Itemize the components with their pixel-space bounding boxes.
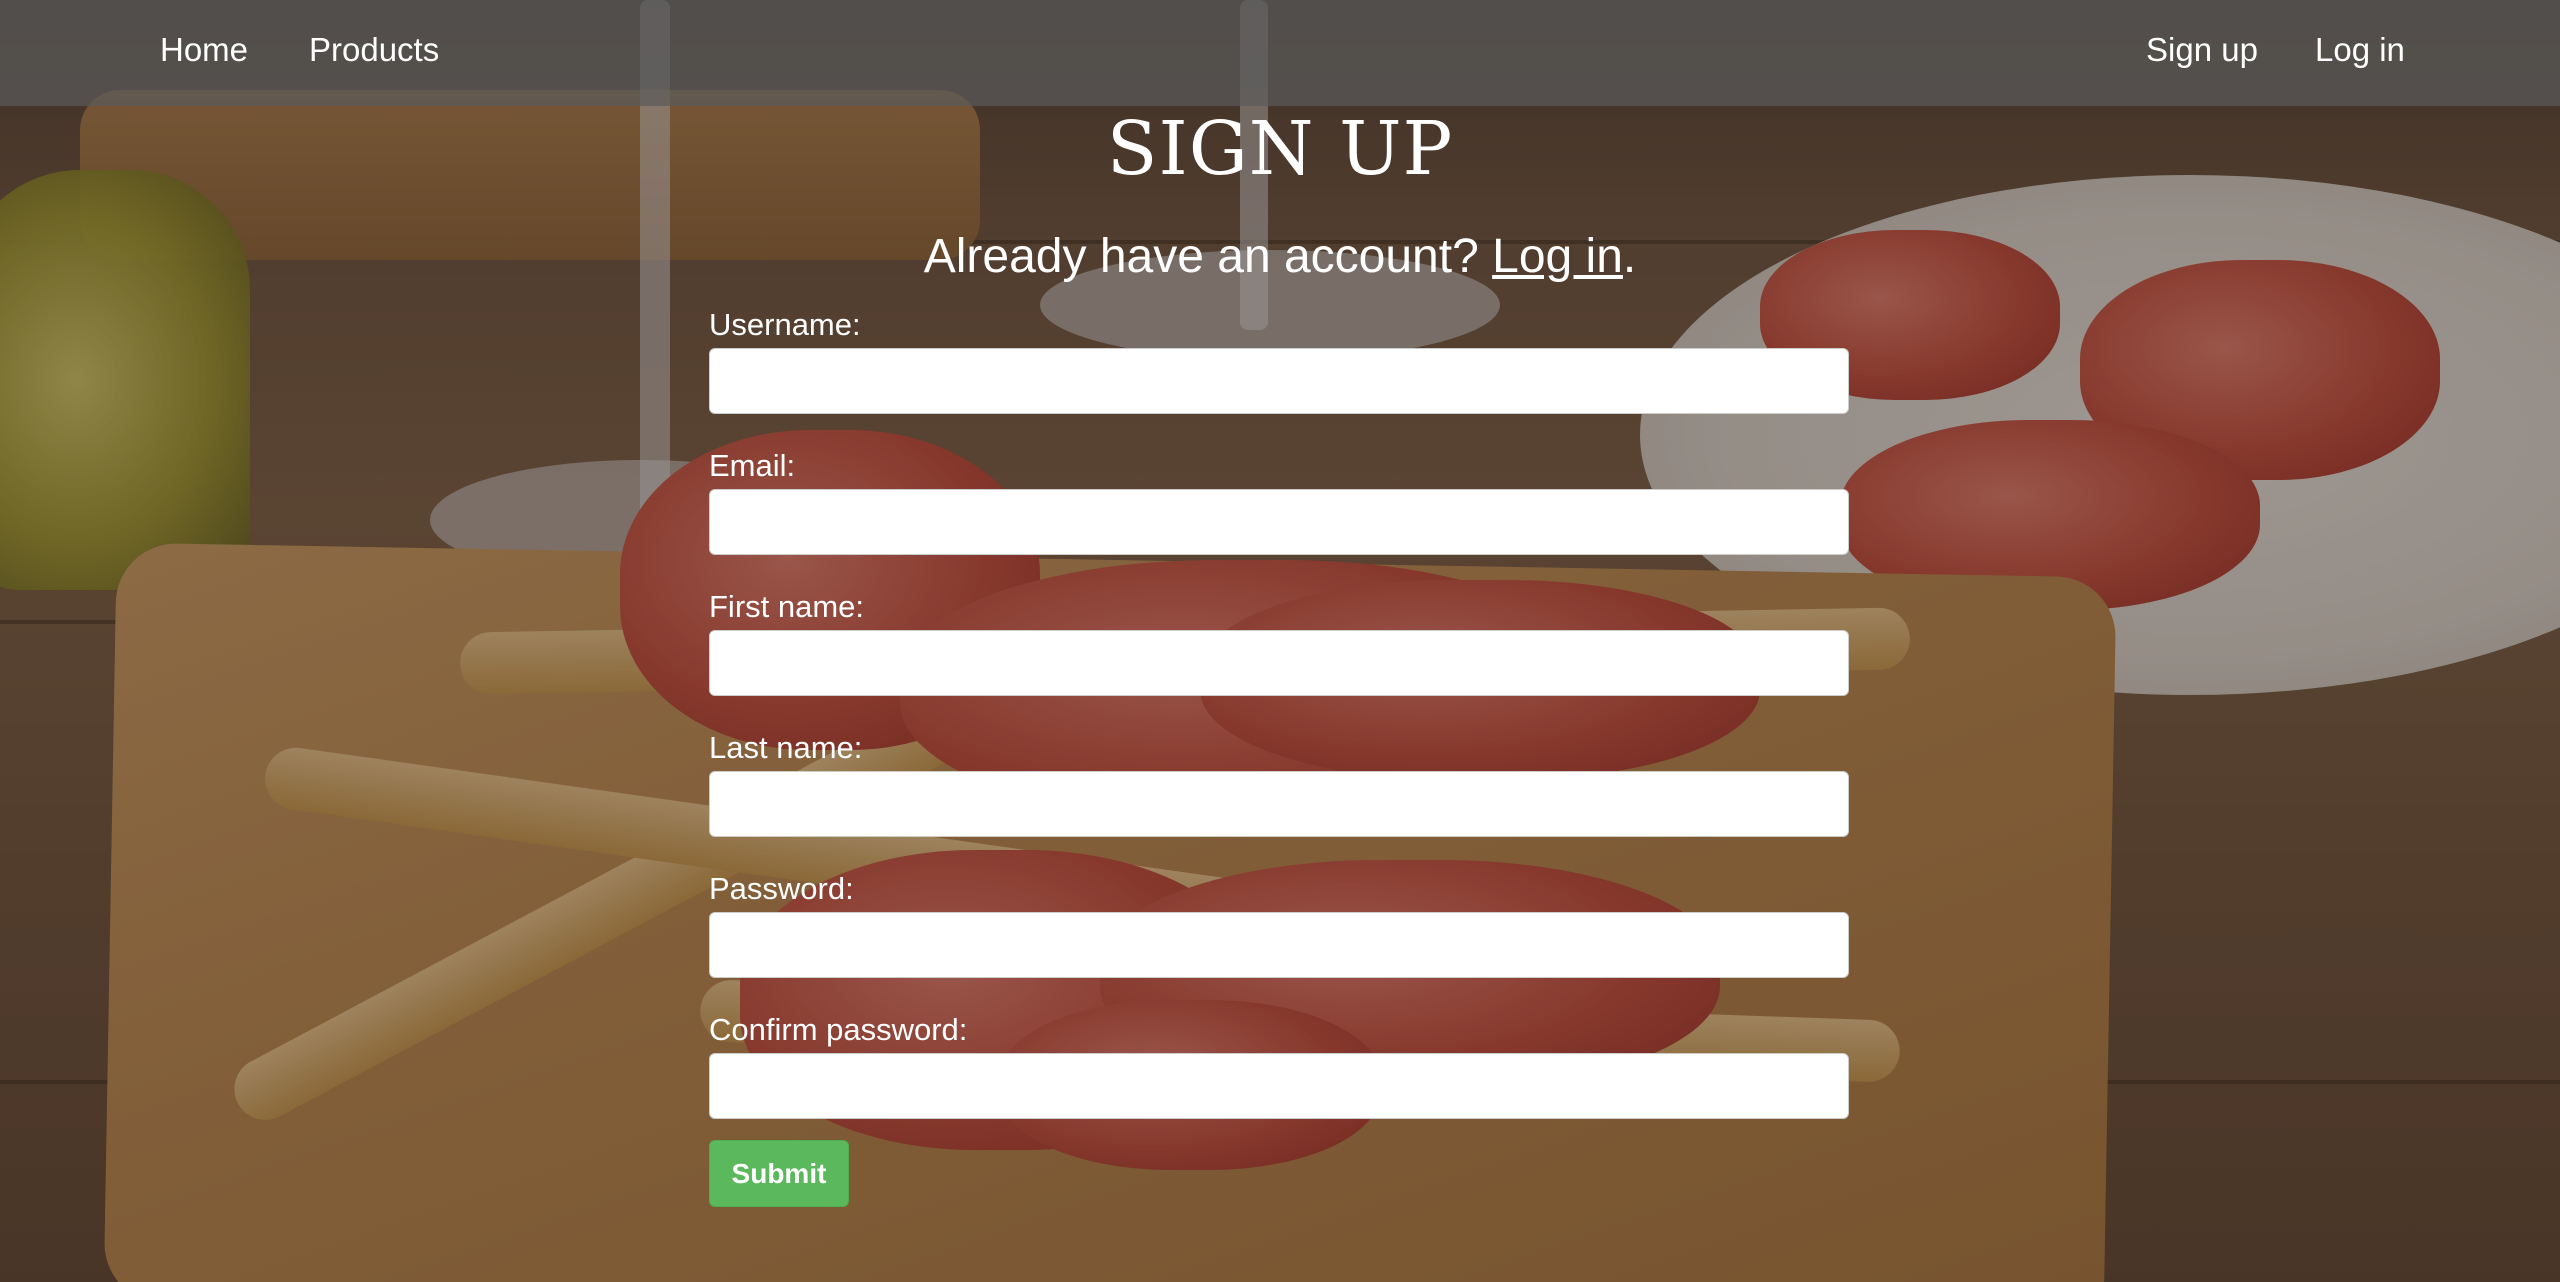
submit-button[interactable]: Submit <box>709 1140 849 1207</box>
login-prompt: Already have an account? Log in. <box>0 228 2560 286</box>
navbar: Home Products Sign up Log in <box>0 0 2560 106</box>
password-input[interactable] <box>709 912 1849 978</box>
nav-home-link[interactable]: Home <box>160 28 248 72</box>
page-title: SIGN UP <box>1106 106 1454 192</box>
confirm-password-input[interactable] <box>709 1053 1849 1119</box>
first-name-label: First name: <box>709 589 865 624</box>
username-input[interactable] <box>709 348 1849 414</box>
username-label: Username: <box>709 307 861 342</box>
nav-products-link[interactable]: Products <box>309 28 439 72</box>
password-label: Password: <box>709 871 854 906</box>
first-name-input[interactable] <box>709 630 1849 696</box>
email-label: Email: <box>709 448 796 483</box>
signup-form: Username: Email: First name: Last name: … <box>709 302 1851 1207</box>
nav-signup-link[interactable]: Sign up <box>2146 28 2258 72</box>
last-name-label: Last name: <box>709 730 863 765</box>
login-link[interactable]: Log in <box>1492 230 1623 283</box>
login-prompt-text: Already have an account? <box>923 230 1493 283</box>
email-input[interactable] <box>709 489 1849 555</box>
last-name-input[interactable] <box>709 771 1849 837</box>
nav-login-link[interactable]: Log in <box>2315 28 2405 72</box>
login-prompt-suffix: . <box>1622 230 1637 283</box>
confirm-password-label: Confirm password: <box>709 1012 968 1047</box>
